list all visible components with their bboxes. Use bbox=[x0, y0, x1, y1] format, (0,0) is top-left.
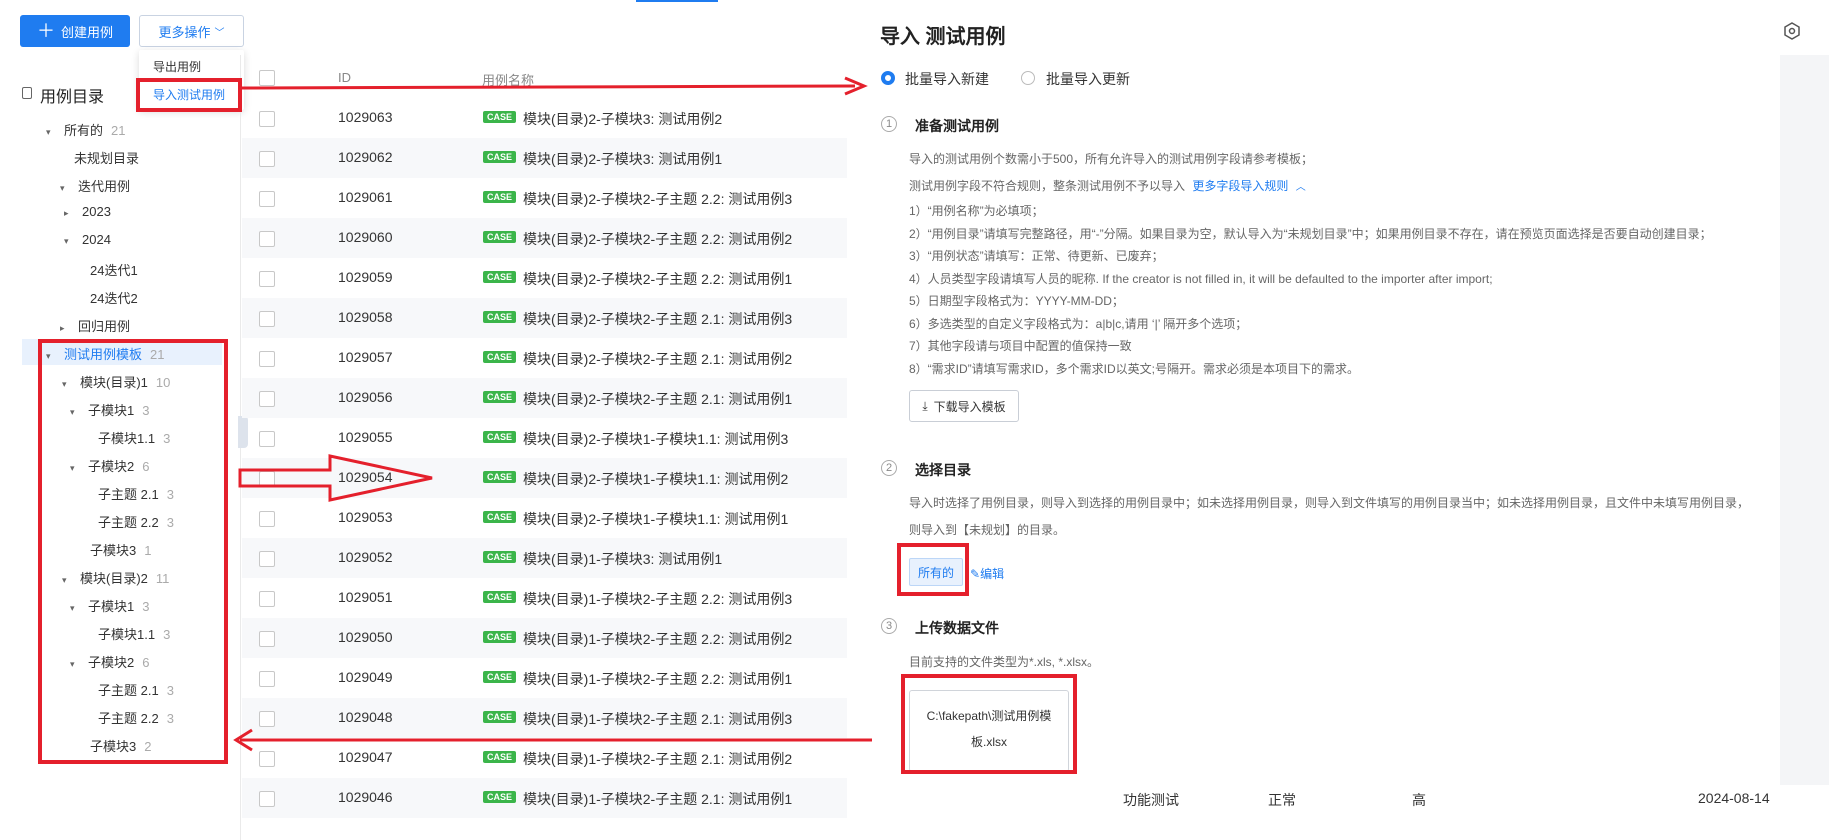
arrow-into-table bbox=[238, 454, 433, 502]
arrow-menu-to-panel bbox=[241, 84, 856, 90]
annotation-arrows bbox=[233, 76, 872, 752]
